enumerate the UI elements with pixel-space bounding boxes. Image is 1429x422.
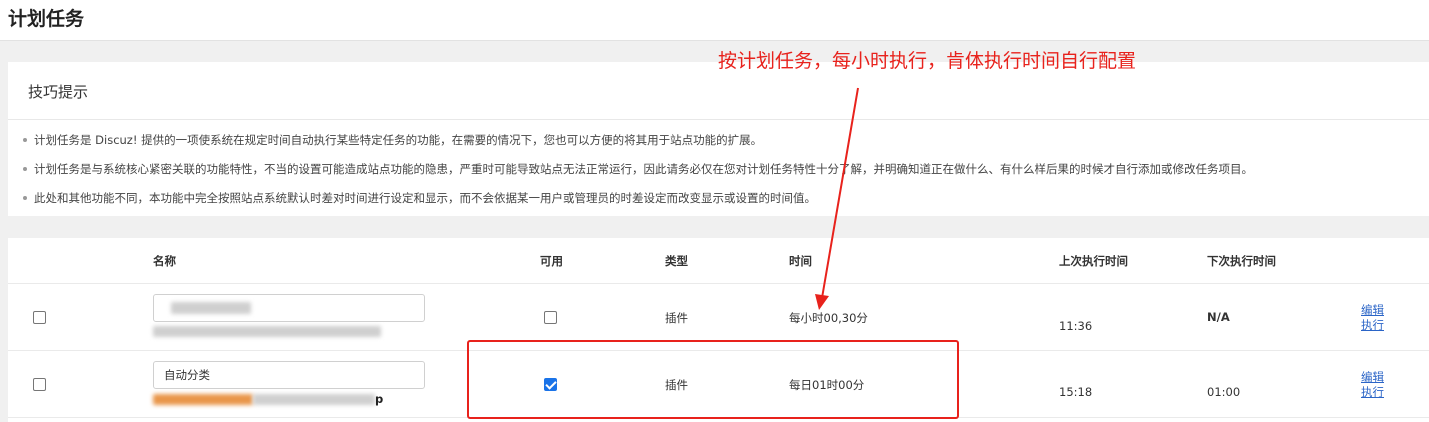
annotation-arrow-icon xyxy=(815,87,859,310)
